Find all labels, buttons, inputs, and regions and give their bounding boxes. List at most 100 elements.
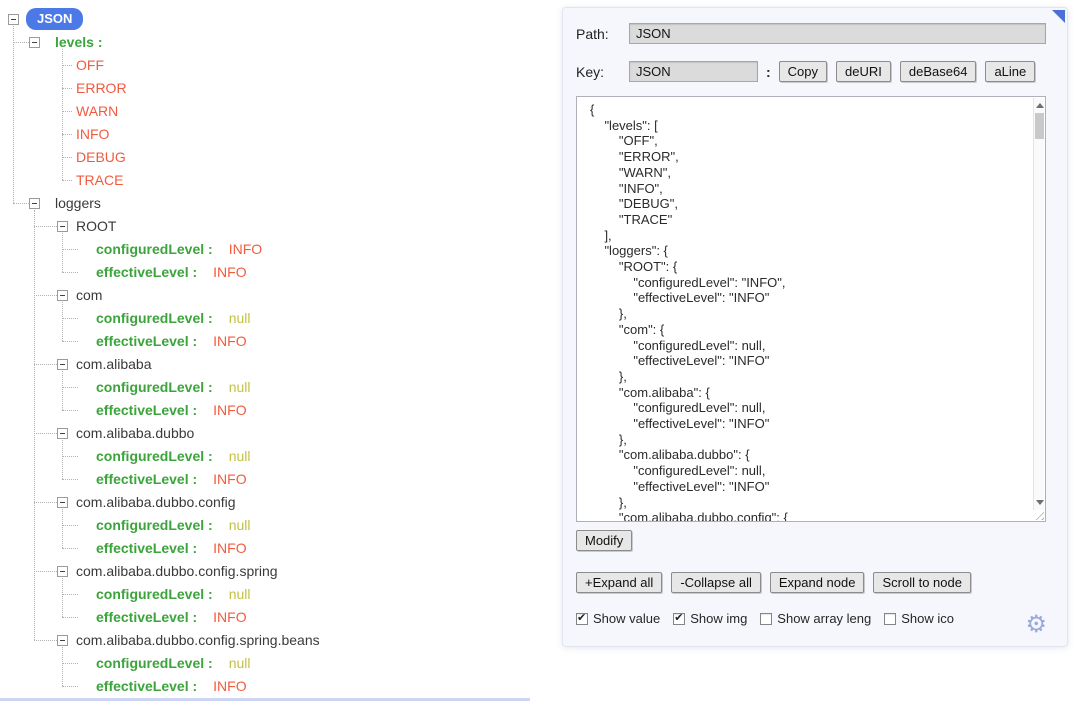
tree-node-json[interactable]: JSON: [26, 8, 83, 31]
collapse-expander-icon[interactable]: [57, 566, 68, 577]
expand-all-button[interactable]: +Expand all: [576, 572, 662, 593]
node-key[interactable]: configuredLevel :: [96, 517, 213, 533]
tree-node-trace[interactable]: TRACE: [76, 169, 123, 192]
node-key[interactable]: levels :: [55, 34, 102, 50]
tree-node-effectivelevel[interactable]: effectiveLevel : INFO: [96, 537, 247, 560]
node-value[interactable]: INFO: [213, 333, 246, 349]
checkbox-box-icon[interactable]: [673, 613, 685, 625]
node-value[interactable]: INFO: [213, 540, 246, 556]
collapse-expander-icon[interactable]: [57, 221, 68, 232]
tree-node-configuredlevel[interactable]: configuredLevel : null: [96, 652, 250, 675]
scrollbar-thumb[interactable]: [1035, 113, 1044, 139]
node-value[interactable]: INFO: [213, 678, 246, 694]
tree-node-com-alibaba-dubbo-config-spring[interactable]: com.alibaba.dubbo.config.spring: [76, 560, 278, 583]
node-value[interactable]: INFO: [213, 402, 246, 418]
json-editor-content[interactable]: { "levels": [ "OFF", "ERROR", "WARN", "I…: [590, 102, 788, 522]
tree-node-error[interactable]: ERROR: [76, 77, 127, 100]
settings-gear-icon[interactable]: ⚙: [1025, 610, 1047, 638]
modify-button[interactable]: Modify: [576, 530, 632, 551]
collapse-expander-icon[interactable]: [29, 37, 40, 48]
node-value[interactable]: ERROR: [76, 80, 127, 96]
tree-node-com-alibaba-dubbo-config[interactable]: com.alibaba.dubbo.config: [76, 491, 236, 514]
tree-node-com-alibaba[interactable]: com.alibaba: [76, 353, 152, 376]
node-value[interactable]: null: [229, 517, 251, 533]
node-key[interactable]: effectiveLevel :: [96, 333, 197, 349]
tree-node-off[interactable]: OFF: [76, 54, 104, 77]
tree-node-debug[interactable]: DEBUG: [76, 146, 126, 169]
node-key[interactable]: effectiveLevel :: [96, 402, 197, 418]
node-key[interactable]: configuredLevel :: [96, 241, 213, 257]
tree-node-com[interactable]: com: [76, 284, 102, 307]
node-value[interactable]: null: [229, 655, 251, 671]
show-ico-checkbox[interactable]: Show ico: [884, 611, 954, 626]
node-key[interactable]: effectiveLevel :: [96, 678, 197, 694]
deuri-button[interactable]: deURI: [836, 61, 891, 82]
debase64-button[interactable]: deBase64: [900, 61, 977, 82]
node-value[interactable]: INFO: [229, 241, 262, 257]
expand-node-button[interactable]: Expand node: [770, 572, 865, 593]
tree-node-configuredlevel[interactable]: configuredLevel : null: [96, 514, 250, 537]
node-key[interactable]: com.alibaba.dubbo: [76, 425, 194, 441]
tree-node-effectivelevel[interactable]: effectiveLevel : INFO: [96, 675, 247, 698]
node-value[interactable]: null: [229, 448, 251, 464]
tree-horizontal-scrollbar[interactable]: [0, 698, 530, 701]
node-key[interactable]: com.alibaba.dubbo.config.spring: [76, 563, 278, 579]
tree-node-configuredlevel[interactable]: configuredLevel :null: [96, 583, 250, 606]
node-key[interactable]: com.alibaba: [76, 356, 152, 372]
node-value[interactable]: INFO: [213, 471, 246, 487]
tree-node-effectivelevel[interactable]: effectiveLevel : INFO: [96, 399, 247, 422]
tree-node-effectivelevel[interactable]: effectiveLevel : INFO: [96, 261, 247, 284]
tree-node-com-alibaba-dubbo[interactable]: com.alibaba.dubbo: [76, 422, 194, 445]
collapse-expander-icon[interactable]: [57, 428, 68, 439]
tree-node-configuredlevel[interactable]: configuredLevel : null: [96, 307, 250, 330]
node-key[interactable]: configuredLevel :: [96, 310, 213, 326]
node-key[interactable]: configuredLevel :: [96, 448, 213, 464]
node-key[interactable]: com.alibaba.dubbo.config: [76, 494, 236, 510]
tree-node-loggers[interactable]: loggers: [55, 192, 101, 215]
editor-scrollbar[interactable]: [1033, 98, 1044, 510]
tree-node-configuredlevel[interactable]: configuredLevel : INFO: [96, 238, 262, 261]
node-value[interactable]: null: [229, 379, 251, 395]
scroll-to-node-button[interactable]: Scroll to node: [873, 572, 971, 593]
node-key[interactable]: loggers: [55, 195, 101, 211]
node-value[interactable]: INFO: [76, 126, 109, 142]
node-key[interactable]: effectiveLevel :: [96, 609, 197, 625]
node-key[interactable]: com.alibaba.dubbo.config.spring.beans: [76, 632, 320, 648]
checkbox-box-icon[interactable]: [884, 613, 896, 625]
tree-node-effectivelevel[interactable]: effectiveLevel : INFO: [96, 330, 247, 353]
tree-node-warn[interactable]: WARN: [76, 100, 118, 123]
node-value[interactable]: WARN: [76, 103, 118, 119]
node-key[interactable]: effectiveLevel :: [96, 540, 197, 556]
node-key[interactable]: com: [76, 287, 102, 303]
key-input[interactable]: [629, 61, 758, 82]
collapse-expander-icon[interactable]: [57, 497, 68, 508]
node-key[interactable]: ROOT: [76, 218, 116, 234]
node-key[interactable]: effectiveLevel :: [96, 264, 197, 280]
collapse-expander-icon[interactable]: [57, 290, 68, 301]
root-node-badge[interactable]: JSON: [26, 8, 83, 30]
show-img-checkbox[interactable]: Show img: [673, 611, 747, 626]
show-value-checkbox[interactable]: Show value: [576, 611, 660, 626]
node-value[interactable]: INFO: [213, 609, 246, 625]
path-input[interactable]: [629, 23, 1046, 44]
node-key[interactable]: configuredLevel :: [96, 655, 213, 671]
node-value[interactable]: null: [229, 310, 251, 326]
scroll-up-arrow-icon[interactable]: [1036, 103, 1044, 108]
node-key[interactable]: configuredLevel :: [96, 586, 213, 602]
node-value[interactable]: OFF: [76, 57, 104, 73]
tree-node-root[interactable]: ROOT: [76, 215, 116, 238]
node-value[interactable]: INFO: [213, 264, 246, 280]
copy-button[interactable]: Copy: [779, 61, 827, 82]
node-value[interactable]: DEBUG: [76, 149, 126, 165]
show-array-leng-checkbox[interactable]: Show array leng: [760, 611, 871, 626]
scroll-down-arrow-icon[interactable]: [1036, 500, 1044, 505]
json-editor[interactable]: { "levels": [ "OFF", "ERROR", "WARN", "I…: [576, 96, 1046, 522]
node-key[interactable]: configuredLevel :: [96, 379, 213, 395]
collapse-expander-icon[interactable]: [57, 359, 68, 370]
collapse-all-button[interactable]: -Collapse all: [671, 572, 761, 593]
collapse-expander-icon[interactable]: [57, 635, 68, 646]
tree-node-com-alibaba-dubbo-config-spring-beans[interactable]: com.alibaba.dubbo.config.spring.beans: [76, 629, 320, 652]
tree-node-info[interactable]: INFO: [76, 123, 109, 146]
node-value[interactable]: TRACE: [76, 172, 123, 188]
tree-node-effectivelevel[interactable]: effectiveLevel : INFO: [96, 606, 247, 629]
